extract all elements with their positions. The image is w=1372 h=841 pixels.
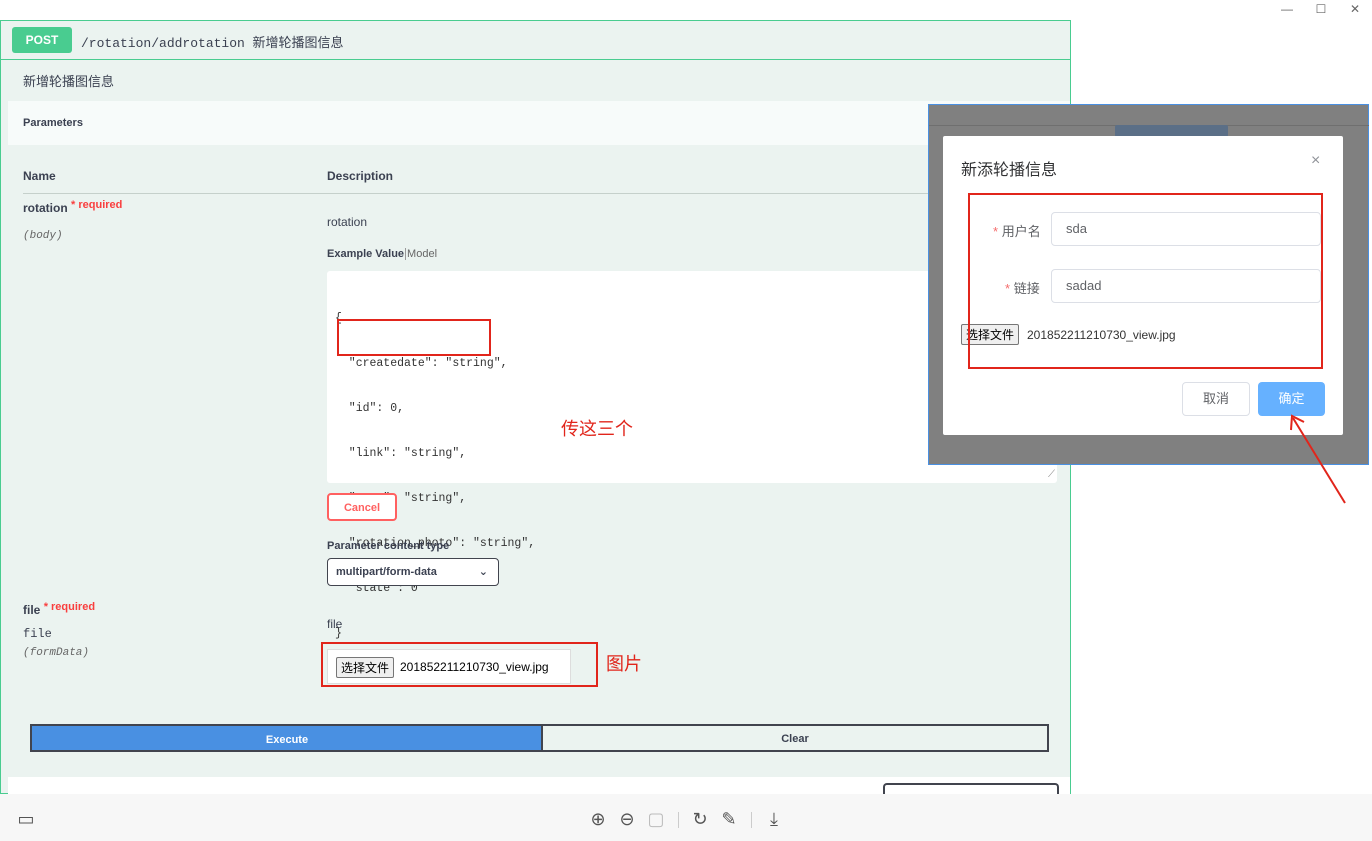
zoom-out-icon[interactable]: ⊖ xyxy=(615,807,639,831)
param-file-location: (formData) xyxy=(23,647,90,659)
window-titlebar: — ☐ ✕ xyxy=(0,0,1372,20)
actual-size-icon[interactable]: ▢ xyxy=(644,807,668,831)
example-tabs: Example Value Model xyxy=(327,248,437,260)
json-line: "link": "string", xyxy=(335,447,467,460)
annotation-pass-three: 传这三个 xyxy=(561,419,633,439)
clear-button[interactable]: Clear xyxy=(541,724,1049,752)
required-marker: * required xyxy=(71,199,123,211)
required-marker: * required xyxy=(43,601,96,613)
annotation-box-fields xyxy=(337,319,491,356)
param-name-text: file xyxy=(23,603,41,617)
json-line: "id": 0, xyxy=(335,402,405,415)
parameters-title: Parameters xyxy=(23,117,83,129)
annotation-image: 图片 xyxy=(606,654,642,674)
viewer-toolbar: ▭ ⊕ ⊖ ▢ ↻ ✎ ⤓ xyxy=(0,794,1372,841)
column-name: Name xyxy=(23,169,56,183)
thumbnail-panel-icon[interactable]: ▭ xyxy=(14,807,38,831)
header-divider xyxy=(23,193,1063,194)
toolbar-divider xyxy=(751,812,752,828)
param-file-type: file xyxy=(23,627,52,641)
execute-button[interactable]: Execute xyxy=(30,724,542,752)
content-type-value: multipart/form-data xyxy=(336,566,437,578)
chevron-down-icon: ⌄ xyxy=(478,566,488,578)
tab-model[interactable]: Model xyxy=(407,248,437,260)
close-icon[interactable]: × xyxy=(1311,152,1320,170)
parameters-header: Parameters xyxy=(8,101,1070,145)
tab-example-value[interactable]: Example Value xyxy=(327,248,404,260)
toolbar-divider xyxy=(678,812,679,828)
method-badge: POST xyxy=(12,27,72,53)
operation-summary[interactable]: POST /rotation/addrotation 新增轮播图信息 xyxy=(1,21,1070,60)
column-description: Description xyxy=(327,169,394,183)
json-line: } xyxy=(335,627,342,640)
operation-description: 新增轮播图信息 xyxy=(23,74,115,89)
param-file-desc: file xyxy=(327,617,343,631)
resize-handle-icon[interactable]: ⟋ xyxy=(1048,468,1055,483)
param-rotation-desc: rotation xyxy=(327,215,368,229)
param-rotation-name: rotation * required xyxy=(23,199,123,215)
operation-path: /rotation/addrotation 新增轮播图信息 xyxy=(81,32,343,51)
summary-text: 新增轮播图信息 xyxy=(252,35,344,50)
annotation-arrow xyxy=(1290,414,1346,504)
content-type-label: Parameter content type xyxy=(327,540,450,552)
download-icon[interactable]: ⤓ xyxy=(762,807,786,831)
maximize-icon[interactable]: ☐ xyxy=(1304,0,1338,20)
param-name-text: rotation xyxy=(23,201,68,215)
param-rotation-location: (body) xyxy=(23,230,63,242)
dialog-title: 新添轮播信息 xyxy=(961,162,1058,179)
content-type-select[interactable]: multipart/form-data ⌄ xyxy=(327,558,499,586)
annotation-box-file xyxy=(321,642,598,687)
cancel-try-button[interactable]: Cancel xyxy=(327,493,397,521)
zoom-in-icon[interactable]: ⊕ xyxy=(586,807,610,831)
param-file-name: file * required xyxy=(23,601,96,617)
edit-pencil-icon[interactable]: ✎ xyxy=(717,807,741,831)
annotation-box-dialog-form xyxy=(968,193,1323,369)
json-line: "createdate": "string", xyxy=(335,357,508,370)
path-text: /rotation/addrotation xyxy=(81,36,245,51)
minimize-icon[interactable]: — xyxy=(1270,0,1304,20)
close-icon[interactable]: ✕ xyxy=(1338,0,1372,20)
dialog-cancel-button[interactable]: 取消 xyxy=(1182,382,1250,416)
rotate-icon[interactable]: ↻ xyxy=(688,807,712,831)
